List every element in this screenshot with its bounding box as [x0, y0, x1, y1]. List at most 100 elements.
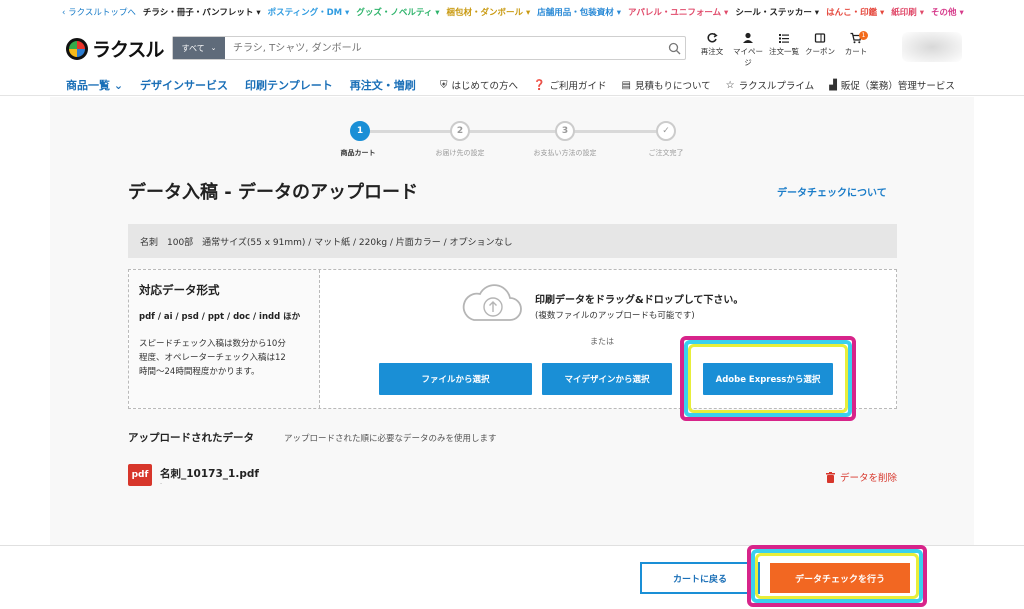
chevron-down-icon: ⌄ [210, 44, 217, 52]
formats-note-line: 時間〜24時間程度かかります。 [139, 367, 260, 377]
category-link[interactable]: 店舗用品・包装資材 ▾ [537, 6, 621, 18]
document-icon: ▤ [621, 79, 631, 91]
page-title: データ入稿 - データのアップロード [128, 182, 419, 203]
nav-first-time[interactable]: ⛨ はじめての方へ [440, 78, 519, 93]
shield-icon: ⛨ [440, 79, 448, 91]
orders-label: 注文一覧 [769, 47, 799, 56]
nav-templates[interactable]: 印刷テンプレート [245, 77, 333, 93]
select-from-mydesign-button[interactable]: マイデザインから選択 [542, 363, 672, 395]
search-input[interactable] [225, 37, 663, 59]
trash-icon [825, 471, 835, 483]
run-data-check-button[interactable]: データチェックを行う [770, 563, 910, 593]
back-to-top-link[interactable]: ‹ ラクスルトップへ [62, 6, 136, 18]
step-2-circle: 2 [450, 121, 470, 141]
pdf-file-icon: pdf [128, 464, 152, 486]
reorder-icon [707, 32, 718, 43]
coupon-icon [814, 33, 826, 43]
coupon-label: クーポン [805, 47, 835, 56]
user-icon [743, 32, 753, 43]
dropzone-title: 印刷データをドラッグ&ドロップして下さい。 [535, 295, 744, 306]
delete-data-label: データを削除 [839, 473, 897, 484]
category-link[interactable]: ポスティング・DM ▾ [268, 6, 350, 18]
site-header: ラクスル すべて ⌄ 再注文 マイページ 注文一覧 クーポン 1 [0, 28, 1024, 68]
data-check-about-link[interactable]: データチェックについて [777, 184, 887, 199]
nav-prime[interactable]: ☆ ラクスルプライム [725, 78, 815, 93]
formats-note: スピードチェック入稿は数分から10分 程度、オペレーターチェック入稿は12 時間… [139, 337, 309, 379]
coupon-button[interactable]: クーポン [802, 32, 838, 68]
formats-note-line: スピードチェック入稿は数分から10分 [139, 339, 286, 349]
upload-area: 対応データ形式 pdf / ai / psd / ppt / doc / ind… [128, 269, 897, 421]
reorder-button[interactable]: 再注文 [694, 32, 730, 68]
step-4-check-icon: ✓ [656, 121, 676, 141]
main-nav: 商品一覧 ⌄ デザインサービス 印刷テンプレート 再注文・増刷 ⛨ はじめての方へ… [0, 70, 1024, 96]
cart-count-badge: 1 [859, 31, 868, 40]
step-4-label: ご注文完了 [648, 149, 684, 157]
category-link[interactable]: アパレル・ユニフォーム ▾ [628, 6, 728, 18]
category-link[interactable]: 梱包材・ダンボール ▾ [447, 6, 531, 18]
nav-guide[interactable]: ❓ ご利用ガイド [533, 78, 607, 93]
step-1-circle: 1 [350, 121, 370, 141]
dropzone-or: または [590, 337, 614, 346]
category-link[interactable]: グッズ・ノベルティ ▾ [356, 6, 439, 18]
delete-data-button[interactable]: データを削除 [825, 470, 897, 484]
nav-design-service[interactable]: デザインサービス [140, 77, 228, 93]
cart-label: カート [844, 47, 868, 56]
list-icon [779, 34, 789, 43]
back-to-cart-button[interactable]: カートに戻る [640, 562, 760, 594]
orders-button[interactable]: 注文一覧 [766, 32, 802, 68]
dropzone[interactable]: 印刷データをドラッグ&ドロップして下さい。 (複数ファイルのアップロードも可能で… [320, 270, 896, 421]
uploaded-file-row: pdf 名刺_10173_1.pdf - データを削除 [128, 460, 897, 494]
logo-mark-icon [66, 37, 88, 60]
formats-note-line: 程度、オペレーターチェック入稿は12 [139, 353, 286, 363]
step-3-label: お支払い方法の設定 [533, 149, 597, 157]
mypage-label: マイページ [733, 47, 763, 67]
step-1-label: 商品カート [340, 149, 376, 157]
category-bar: ‹ ラクスルトップへ チラシ・冊子・パンフレット ▾ ポスティング・DM ▾ グッズ・… [0, 0, 1024, 26]
formats-extensions: pdf / ai / psd / ppt / doc / indd ほか [139, 312, 301, 322]
dropzone-subtitle: (複数ファイルのアップロードも可能です) [535, 311, 695, 321]
search-icon[interactable] [663, 37, 685, 59]
select-from-file-button[interactable]: ファイルから選択 [379, 363, 532, 395]
nav-business-label: 販促（業務）管理サービス [840, 81, 955, 92]
category-link[interactable]: はんこ・印鑑 ▾ [826, 6, 884, 18]
logo-text: ラクスル [92, 39, 164, 61]
header-icons: 再注文 マイページ 注文一覧 クーポン 1 カート [694, 31, 874, 68]
building-icon: ▟ [829, 79, 837, 91]
category-link[interactable]: チラシ・冊子・パンフレット ▾ [143, 6, 261, 18]
step-3-circle: 3 [555, 121, 575, 141]
nav-estimate[interactable]: ▤ 見積もりについて [621, 78, 711, 93]
nav-estimate-label: 見積もりについて [634, 81, 711, 92]
nav-reorder[interactable]: 再注文・増刷 [350, 77, 416, 93]
nav-secondary: ⛨ はじめての方へ ❓ ご利用ガイド ▤ 見積もりについて ☆ ラクスルプライム ▟ 販促… [440, 78, 970, 93]
nav-products[interactable]: 商品一覧 ⌄ [66, 77, 123, 93]
help-icon: ❓ [533, 79, 546, 91]
formats-heading: 対応データ形式 [139, 283, 220, 297]
search-bar: すべて ⌄ [172, 36, 686, 60]
order-summary: 名刺 100部 通常サイズ(55 x 91mm) / マット紙 / 220kg … [128, 224, 897, 258]
uploaded-data-heading: アップロードされたデータ [128, 432, 254, 444]
uploaded-file-name: 名刺_10173_1.pdf [160, 468, 259, 480]
category-link[interactable]: シール・ステッカー ▾ [735, 6, 819, 18]
category-link[interactable]: 紙印刷 ▾ [891, 6, 924, 18]
supported-formats-panel: 対応データ形式 pdf / ai / psd / ppt / doc / ind… [129, 270, 320, 408]
uploaded-file-meta: - [160, 480, 163, 487]
nav-first-time-label: はじめての方へ [451, 81, 519, 92]
checkout-stepper: 1 2 3 ✓ 商品カート お届け先の設定 お支払い方法の設定 ご注文完了 [50, 97, 974, 167]
account-avatar[interactable] [902, 32, 962, 62]
nav-guide-label: ご利用ガイド [549, 81, 607, 92]
cart-button[interactable]: 1 カート [838, 31, 874, 68]
mypage-button[interactable]: マイページ [730, 32, 766, 68]
category-links: ‹ ラクスルトップへ チラシ・冊子・パンフレット ▾ ポスティング・DM ▾ グッズ・… [62, 6, 971, 18]
reorder-label: 再注文 [700, 47, 724, 56]
uploaded-data-note: アップロードされた順に必要なデータのみを使用します [284, 434, 497, 444]
step-2-label: お届け先の設定 [435, 149, 485, 157]
search-category-select[interactable]: すべて ⌄ [173, 37, 225, 59]
nav-business[interactable]: ▟ 販促（業務）管理サービス [829, 78, 955, 93]
nav-prime-label: ラクスルプライム [738, 81, 815, 92]
stepper-track [368, 130, 668, 133]
site-logo[interactable]: ラクスル [66, 35, 164, 62]
star-icon: ☆ [725, 79, 735, 91]
cloud-upload-icon [462, 284, 522, 321]
select-from-adobe-express-button[interactable]: Adobe Expressから選択 [703, 363, 833, 395]
category-link[interactable]: その他 ▾ [931, 6, 964, 18]
